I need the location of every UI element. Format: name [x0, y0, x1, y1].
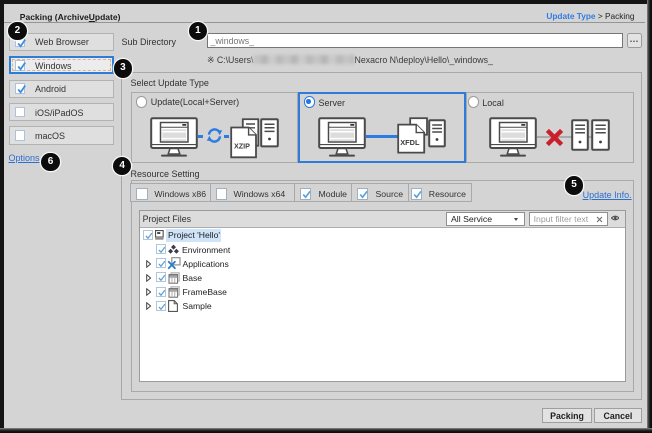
- svg-text:XZIP: XZIP: [234, 141, 250, 150]
